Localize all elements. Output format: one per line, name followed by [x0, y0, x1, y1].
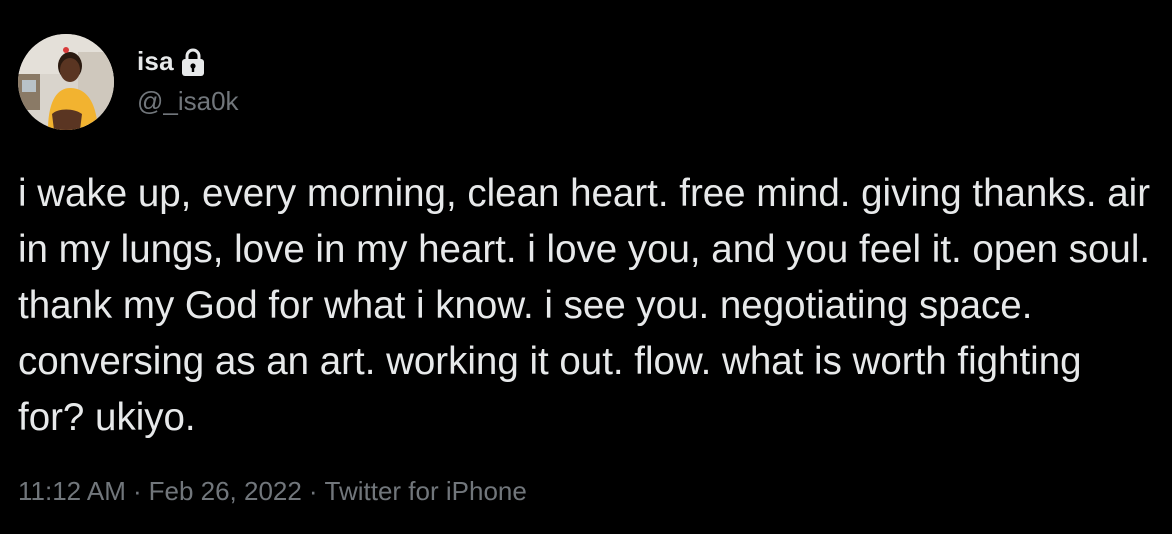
avatar[interactable]	[18, 34, 114, 130]
tweet-metadata: 11:12 AM · Feb 26, 2022 · Twitter for iP…	[18, 476, 527, 507]
tweet-date[interactable]: Feb 26, 2022	[149, 476, 302, 507]
tweet-text: i wake up, every morning, clean heart. f…	[18, 172, 1151, 439]
display-name[interactable]: isa	[137, 46, 174, 77]
lock-icon	[180, 47, 206, 77]
tweet-source[interactable]: Twitter for iPhone	[325, 476, 527, 507]
separator: ·	[132, 476, 142, 506]
tweet-time[interactable]: 11:12 AM	[18, 476, 126, 507]
profile-photo-icon	[18, 34, 114, 130]
user-handle[interactable]: @_isa0k	[137, 86, 239, 117]
tweet-card: isa @_isa0k i wake up, every morning, cl…	[0, 0, 1172, 534]
separator: ·	[308, 476, 318, 506]
author-name-row: isa	[137, 44, 206, 78]
